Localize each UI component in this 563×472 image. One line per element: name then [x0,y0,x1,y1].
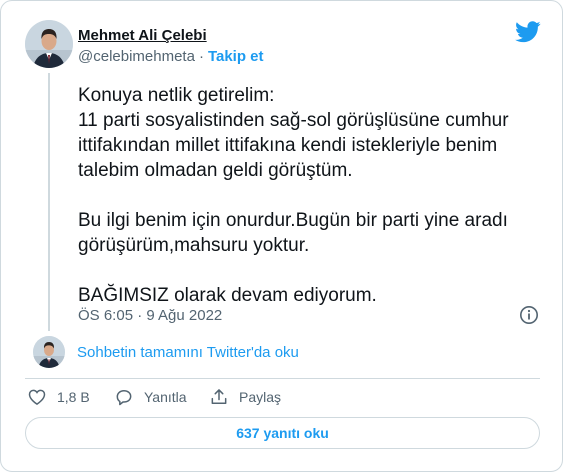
read-replies-button[interactable]: 637 yanıtı oku [25,417,540,449]
tweet-text: Konuya netlik getirelim: 11 parti sosyal… [78,83,538,308]
author-avatar[interactable] [25,20,73,68]
tweet-paragraph: Bu ilgi benim için onurdur.Bugün bir par… [78,210,514,256]
reply-label: Yanıtla [144,389,187,405]
reply-button[interactable]: Yanıtla [114,386,187,408]
like-button[interactable]: 1,8 B [27,386,90,408]
author-display-name[interactable]: Mehmet Ali Çelebi [78,27,207,44]
info-icon[interactable] [519,305,539,325]
read-thread-link[interactable]: Sohbetin tamamını Twitter'da oku [77,344,299,361]
tweet-paragraph: BAĞIMSIZ olarak devam ediyorum. [78,285,377,306]
follow-link[interactable]: Takip et [208,48,264,65]
share-button[interactable]: Paylaş [209,386,281,408]
reply-icon [116,390,132,406]
tweet-paragraph: Konuya netlik getirelim: 11 parti sosyal… [78,85,509,181]
twitter-bird-icon[interactable] [515,21,541,43]
share-icon [211,389,227,404]
author-handle[interactable]: @celebimehmeta [78,48,195,65]
thread-connector-line [48,73,50,331]
tweet-timestamp[interactable]: ÖS 6:05 · 9 Ağu 2022 [78,307,222,324]
separator-dot: · [198,48,204,65]
like-count: 1,8 B [57,389,90,405]
share-label: Paylaş [239,389,282,405]
author-handle-row: @celebimehmeta · Takip et [78,48,264,65]
divider [25,378,540,379]
thread-avatar[interactable] [33,336,65,368]
tweet-embed-card: Mehmet Ali Çelebi @celebimehmeta · Takip e… [0,0,563,472]
heart-icon [28,389,46,405]
